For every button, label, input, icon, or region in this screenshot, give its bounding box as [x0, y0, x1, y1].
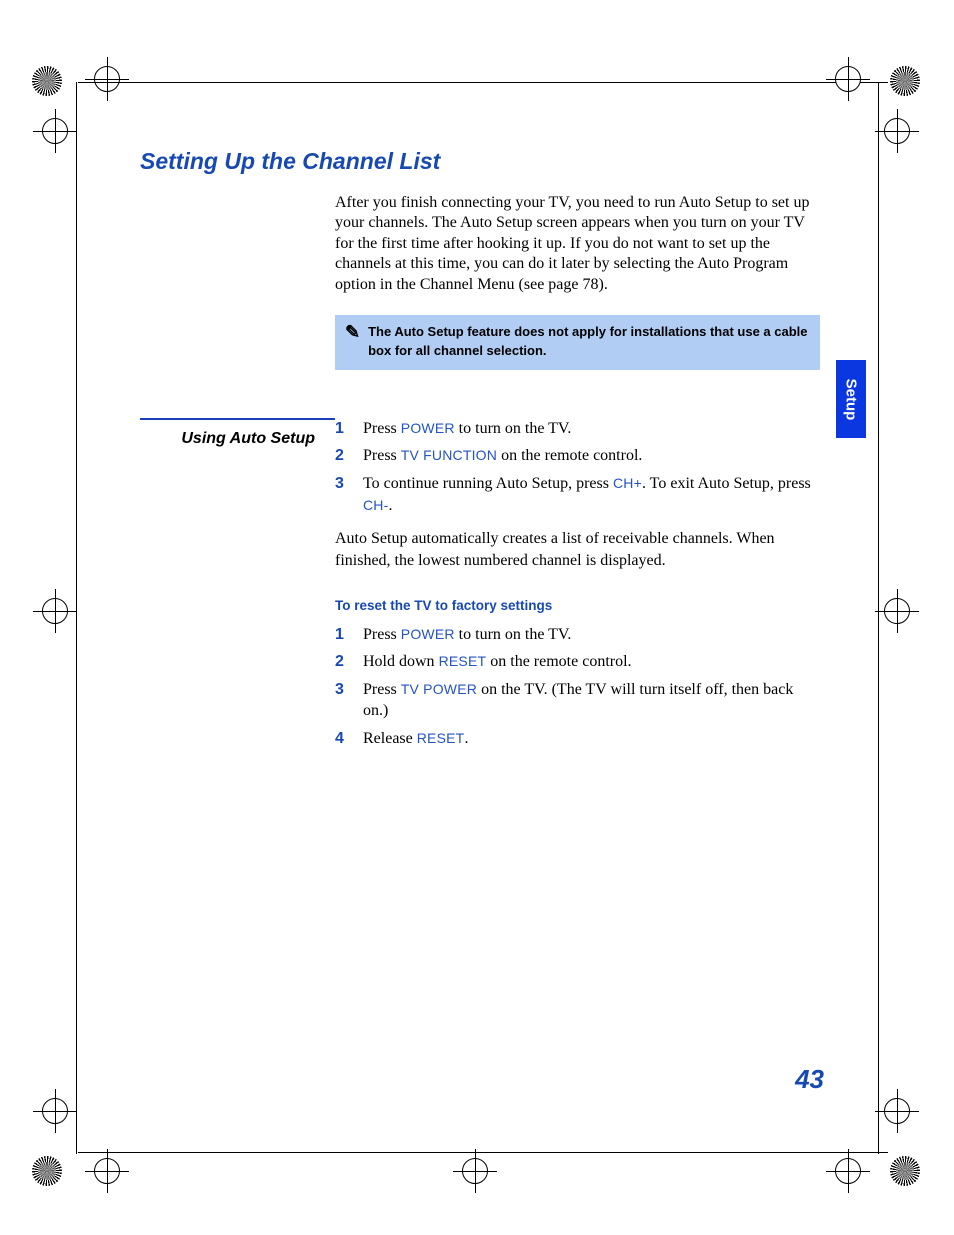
page-number: 43	[795, 1064, 824, 1095]
crosshair-icon	[884, 118, 910, 144]
step-text: Press POWER to turn on the TV.	[363, 418, 820, 440]
key-label: POWER	[401, 626, 455, 642]
crop-line	[76, 82, 77, 1154]
step-text: Release RESET.	[363, 728, 820, 750]
key-label: CH-	[363, 497, 388, 513]
crosshair-icon	[94, 1158, 120, 1184]
list-item: 3 Press TV POWER on the TV. (The TV will…	[335, 679, 820, 722]
step-number: 2	[335, 445, 363, 467]
step-text: Hold down RESET on the remote control.	[363, 651, 820, 673]
list-item: 1 Press POWER to turn on the TV.	[335, 624, 820, 646]
auto-setup-note: Auto Setup automatically creates a list …	[335, 528, 820, 571]
crosshair-icon	[462, 1158, 488, 1184]
key-label: RESET	[439, 653, 487, 669]
key-label: RESET	[417, 730, 465, 746]
factory-reset-steps: 1 Press POWER to turn on the TV. 2 Hold …	[335, 624, 820, 750]
key-label: TV FUNCTION	[401, 447, 497, 463]
step-number: 4	[335, 728, 363, 750]
step-text: Press POWER to turn on the TV.	[363, 624, 820, 646]
list-item: 2 Press TV FUNCTION on the remote contro…	[335, 445, 820, 467]
knurl-mark-icon	[890, 1156, 920, 1186]
section-tab-label: Setup	[843, 378, 860, 420]
crop-line	[78, 82, 888, 83]
knurl-mark-icon	[890, 66, 920, 96]
step-number: 3	[335, 473, 363, 516]
crosshair-icon	[884, 598, 910, 624]
step-text: Press TV FUNCTION on the remote control.	[363, 445, 820, 467]
step-number: 1	[335, 624, 363, 646]
step-text: To continue running Auto Setup, press CH…	[363, 473, 820, 516]
list-item: 3 To continue running Auto Setup, press …	[335, 473, 820, 516]
intro-paragraph: After you finish connecting your TV, you…	[335, 193, 820, 295]
crop-line	[878, 82, 879, 1154]
crosshair-icon	[835, 66, 861, 92]
crosshair-icon	[835, 1158, 861, 1184]
key-label: TV POWER	[401, 681, 477, 697]
crosshair-icon	[42, 1098, 68, 1124]
step-number: 2	[335, 651, 363, 673]
crosshair-icon	[884, 1098, 910, 1124]
section-tab: Setup	[836, 360, 866, 438]
crop-line	[78, 1152, 888, 1153]
pencil-icon: ✎	[345, 323, 360, 359]
side-heading: Using Auto Setup	[140, 418, 335, 756]
knurl-mark-icon	[32, 1156, 62, 1186]
step-number: 1	[335, 418, 363, 440]
auto-setup-steps: 1 Press POWER to turn on the TV. 2 Press…	[335, 418, 820, 516]
knurl-mark-icon	[32, 66, 62, 96]
sub-heading: To reset the TV to factory settings	[335, 597, 820, 615]
crosshair-icon	[94, 66, 120, 92]
key-label: CH+	[613, 475, 642, 491]
page-heading: Setting Up the Channel List	[140, 148, 820, 175]
step-number: 3	[335, 679, 363, 722]
note-text: The Auto Setup feature does not apply fo…	[368, 323, 810, 359]
step-text: Press TV POWER on the TV. (The TV will t…	[363, 679, 820, 722]
list-item: 2 Hold down RESET on the remote control.	[335, 651, 820, 673]
key-label: POWER	[401, 420, 455, 436]
note-box: ✎ The Auto Setup feature does not apply …	[335, 315, 820, 369]
crosshair-icon	[42, 598, 68, 624]
crosshair-icon	[42, 118, 68, 144]
list-item: 4 Release RESET.	[335, 728, 820, 750]
list-item: 1 Press POWER to turn on the TV.	[335, 418, 820, 440]
